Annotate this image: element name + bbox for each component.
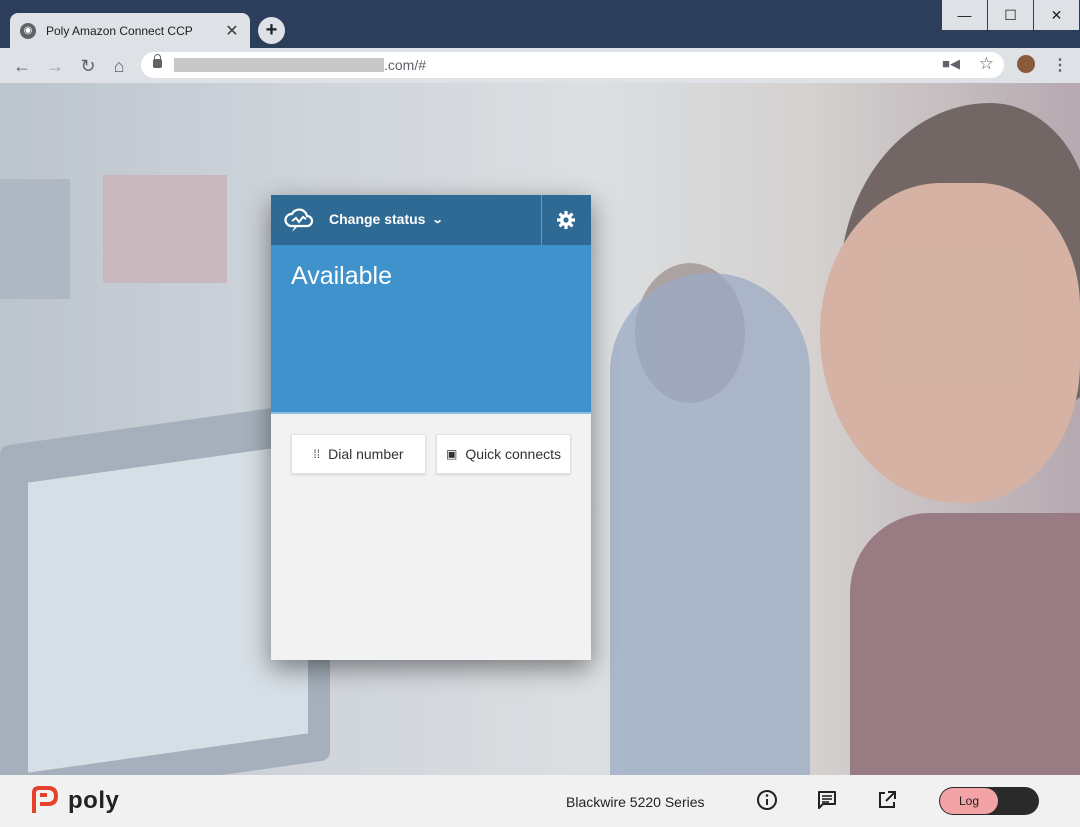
chevron-down-icon: ⌄ <box>432 213 445 226</box>
log-label: Log <box>940 788 998 814</box>
poly-mark-icon <box>32 786 58 813</box>
browser-tab[interactable]: ◉ Poly Amazon Connect CCP ✕ <box>10 13 250 48</box>
ccp-header: Change status ⌄ <box>271 195 591 245</box>
close-window-button[interactable]: ✕ <box>1034 0 1079 30</box>
back-icon[interactable]: ← <box>10 54 34 78</box>
lock-icon <box>153 54 162 68</box>
external-link-icon[interactable] <box>876 789 898 811</box>
browser-titlebar: ◉ Poly Amazon Connect CCP ✕ + — ☐ ✕ <box>0 0 1080 48</box>
url-text: .com/# <box>384 57 427 73</box>
profile-avatar[interactable] <box>1017 55 1035 73</box>
agent-state-area: Available <box>271 245 591 414</box>
gear-icon[interactable] <box>556 210 576 230</box>
agent-state-label: Available <box>291 262 393 290</box>
globe-icon: ◉ <box>20 22 36 39</box>
quick-connects-button[interactable]: ▣ Quick connects <box>436 434 571 474</box>
change-status-button[interactable]: Change status ⌄ <box>329 211 445 227</box>
camera-icon[interactable]: ■◀ <box>942 56 960 72</box>
dialpad-icon: ⁞⁞ <box>313 447 321 461</box>
reload-icon[interactable]: ↻ <box>76 54 100 78</box>
tab-title: Poly Amazon Connect CCP <box>46 23 193 38</box>
info-icon[interactable] <box>756 789 778 811</box>
redacted-domain <box>174 58 384 72</box>
ccp-panel: Change status ⌄ Available ⁞⁞ Dial number… <box>271 195 591 660</box>
tab-close-icon[interactable]: ✕ <box>224 21 240 41</box>
log-toggle[interactable]: Log <box>939 787 1039 815</box>
chat-icon[interactable] <box>816 789 838 811</box>
new-tab-button[interactable]: + <box>258 17 285 44</box>
poly-footer: poly Blackwire 5220 Series Log <box>0 775 1080 827</box>
change-status-label: Change status <box>329 211 426 227</box>
bookmark-star-icon[interactable]: ☆ <box>979 54 994 74</box>
forward-icon[interactable]: → <box>43 54 67 78</box>
dial-number-button[interactable]: ⁞⁞ Dial number <box>291 434 426 474</box>
home-icon[interactable]: ⌂ <box>107 54 131 78</box>
connect-cloud-icon <box>284 208 314 232</box>
dial-number-label: Dial number <box>328 446 404 462</box>
poly-logo: poly <box>30 785 119 817</box>
poly-brand-text: poly <box>68 787 120 814</box>
device-name: Blackwire 5220 Series <box>566 794 705 810</box>
header-divider <box>541 195 542 245</box>
minimize-button[interactable]: — <box>942 0 987 30</box>
contact-book-icon: ▣ <box>445 447 458 461</box>
quick-connects-label: Quick connects <box>465 446 562 462</box>
address-bar[interactable]: .com/# ■◀ ☆ <box>141 52 1004 78</box>
maximize-button[interactable]: ☐ <box>988 0 1033 30</box>
menu-kebab-icon[interactable]: ⋮ <box>1052 55 1068 75</box>
